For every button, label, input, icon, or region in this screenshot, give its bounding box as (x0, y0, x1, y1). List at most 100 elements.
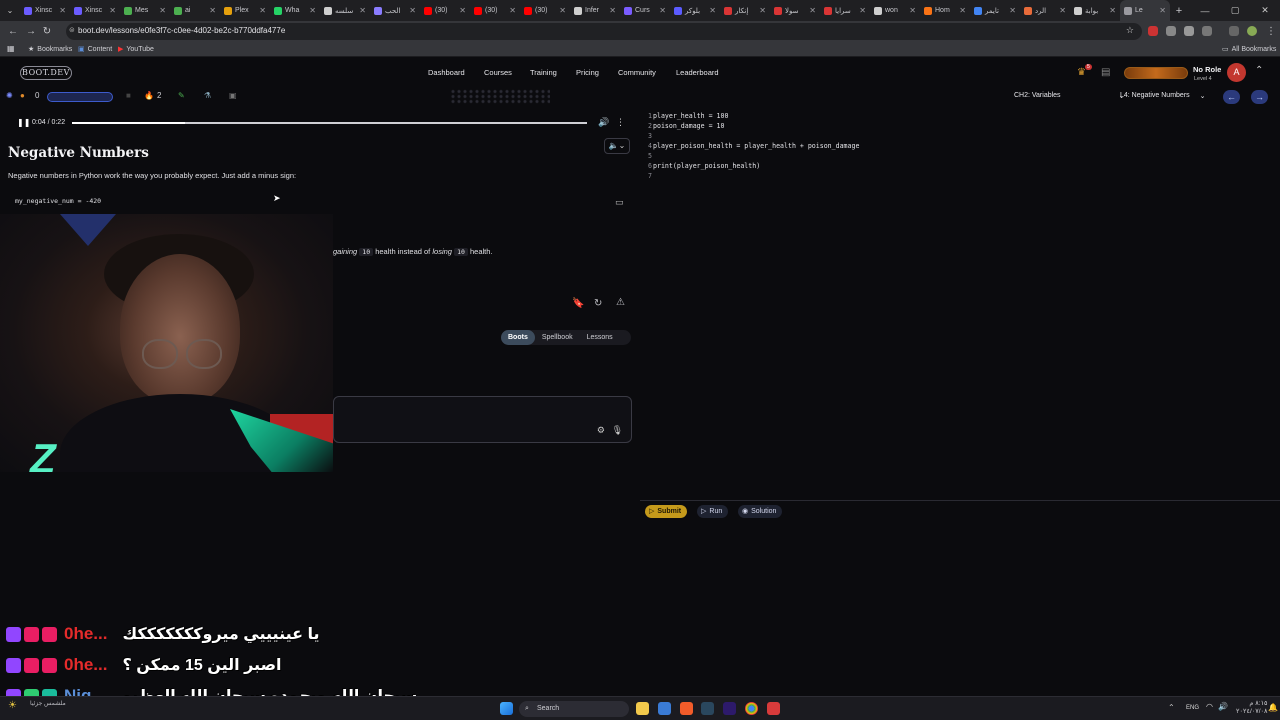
close-tab-icon[interactable]: ✕ (409, 6, 416, 15)
nav-leaderboard[interactable]: Leaderboard (676, 68, 719, 77)
tray-chevron-icon[interactable]: ⌃ (1168, 703, 1175, 712)
code-line[interactable]: 7 (640, 171, 653, 181)
close-tab-icon[interactable]: ✕ (509, 6, 516, 15)
browser-tab[interactable]: بلوكر ✕ (670, 0, 720, 21)
windows-start-icon[interactable] (500, 702, 513, 715)
code-line[interactable]: 4player_poison_health = player_health + … (640, 141, 859, 151)
close-tab-icon[interactable]: ✕ (459, 6, 466, 15)
notification-bell-icon[interactable]: 🔔 (1268, 703, 1278, 712)
bookmark-item[interactable]: ▣ Content (78, 45, 112, 54)
refresh-icon[interactable]: ↻ (594, 298, 602, 309)
browser-tab[interactable]: (30) ✕ (470, 0, 520, 21)
volume-icon[interactable]: 🔊 (1218, 702, 1228, 711)
tab-menu-button[interactable]: ⌄ (0, 0, 20, 21)
browser-tab[interactable]: الحب ✕ (370, 0, 420, 21)
tab-lessons[interactable]: Lessons (580, 330, 620, 345)
close-tab-icon[interactable]: ✕ (659, 6, 666, 15)
close-tab-icon[interactable]: ✕ (359, 6, 366, 15)
close-tab-icon[interactable]: ✕ (1009, 6, 1016, 15)
nav-training[interactable]: Training (530, 68, 557, 77)
close-tab-icon[interactable]: ✕ (909, 6, 916, 15)
potion-icon[interactable]: ✎ (178, 91, 185, 100)
wifi-icon[interactable]: ◠ (1206, 702, 1213, 711)
maximize-button[interactable]: ▢ (1220, 0, 1250, 21)
code-line[interactable]: 6print(player_poison_health) (640, 161, 760, 171)
browser-tab[interactable]: بوابة ✕ (1070, 0, 1120, 21)
copy-icon[interactable]: ▭ (615, 197, 624, 208)
browser-tab[interactable]: إنكار ✕ (720, 0, 770, 21)
extension-icon[interactable] (1184, 26, 1194, 36)
tab-boots[interactable]: Boots (501, 330, 535, 345)
lesson-select[interactable]: L4: Negative Numbers ⌄ (1120, 92, 1206, 100)
language-indicator[interactable]: ENG (1186, 705, 1199, 711)
close-tab-icon[interactable]: ✕ (609, 6, 616, 15)
bookmark-star-icon[interactable]: ☆ (1126, 25, 1134, 36)
close-tab-icon[interactable]: ✕ (109, 6, 116, 15)
bookmark-icon[interactable]: 🔖 (572, 298, 584, 309)
close-tab-icon[interactable]: ✕ (259, 6, 266, 15)
browser-tab[interactable]: Le ✕ (1120, 0, 1170, 21)
chest-icon[interactable]: ▣ (229, 91, 237, 100)
run-button[interactable]: ▷ Run (697, 505, 729, 518)
close-tab-icon[interactable]: ✕ (709, 6, 716, 15)
close-tab-icon[interactable]: ✕ (159, 6, 166, 15)
browser-tab[interactable]: سرايا ✕ (820, 0, 870, 21)
site-info-icon[interactable]: ⊜ (69, 26, 75, 34)
close-tab-icon[interactable]: ✕ (759, 6, 766, 15)
all-bookmarks[interactable]: ▭ All Bookmarks (1222, 45, 1276, 54)
chapter-select[interactable]: CH2: Variables ⌄ (1014, 92, 1124, 100)
code-line[interactable]: 2poison_damage = 10 (640, 121, 724, 131)
close-tab-icon[interactable]: ✕ (1059, 6, 1066, 15)
nav-courses[interactable]: Courses (484, 68, 512, 77)
browser-tab[interactable]: سولا ✕ (770, 0, 820, 21)
forward-icon[interactable]: → (24, 25, 38, 39)
browser-tab[interactable]: Hom ✕ (920, 0, 970, 21)
treasure-icon[interactable]: ▤ (1101, 67, 1110, 78)
taskbar-clock[interactable]: ٨:١٥ م ٢٠٢٤/٠٧/٠٨ (1236, 700, 1268, 716)
minimize-button[interactable]: — (1190, 0, 1220, 21)
menu-kebab-icon[interactable]: ⋮ (1264, 25, 1278, 39)
steam-icon[interactable] (701, 702, 714, 715)
bootdev-logo[interactable]: BOOT.DEV (20, 66, 72, 80)
browser-tab[interactable]: Mes ✕ (120, 0, 170, 21)
extensions-puzzle-icon[interactable] (1202, 26, 1212, 36)
browser-tab[interactable]: Plex ✕ (220, 0, 270, 21)
submit-button[interactable]: ▷ Submit (645, 505, 688, 518)
back-icon[interactable]: ← (6, 25, 20, 39)
close-window-button[interactable]: ✕ (1250, 0, 1280, 21)
browser-tab[interactable]: Curs ✕ (620, 0, 670, 21)
url-bar[interactable]: ⊜ boot.dev/lessons/e0fe3f7c-c0ee-4d02-be… (66, 23, 1142, 40)
premiere-icon[interactable] (723, 702, 736, 715)
close-tab-icon[interactable]: ✕ (309, 6, 316, 15)
browser-tab[interactable]: won ✕ (870, 0, 920, 21)
extension-icon[interactable] (1148, 26, 1158, 36)
chrome-icon[interactable] (745, 702, 758, 715)
settings-gear-icon[interactable]: ⚙ (597, 425, 605, 436)
close-tab-icon[interactable]: ✕ (1159, 6, 1166, 15)
profile-icon[interactable] (1247, 26, 1257, 36)
download-icon[interactable] (1229, 26, 1239, 36)
prev-lesson-button[interactable]: ← (1223, 90, 1240, 104)
solution-button[interactable]: ◉ Solution (738, 505, 783, 518)
apps-grid-icon[interactable]: ▦ (7, 44, 15, 53)
sparkle-icon[interactable]: ✺ (6, 91, 13, 100)
audio-menu-icon[interactable]: ⋮ (616, 117, 625, 128)
pause-icon[interactable]: ❚❚ (17, 118, 30, 127)
microphone-icon[interactable]: 🎙 (612, 425, 623, 436)
browser-tab[interactable]: الرد ✕ (1020, 0, 1070, 21)
expand-chevron-icon[interactable]: ⌃ (1255, 65, 1263, 76)
file-explorer-icon[interactable] (636, 702, 649, 715)
code-line[interactable]: 3 (640, 131, 653, 141)
flask-icon[interactable]: ⚗ (204, 91, 211, 100)
code-editor[interactable]: 1player_health = 100 2poison_damage = 10 3… (640, 110, 1280, 500)
volume-icon[interactable]: 🔊 (598, 117, 609, 128)
close-tab-icon[interactable]: ✕ (859, 6, 866, 15)
browser-tab[interactable]: Wha ✕ (270, 0, 320, 21)
new-tab-button[interactable]: + (1170, 0, 1188, 21)
voice-toggle[interactable]: 🔈⌄ (604, 138, 630, 154)
close-tab-icon[interactable]: ✕ (959, 6, 966, 15)
browser-tab[interactable]: سلسه ✕ (320, 0, 370, 21)
browser-tab[interactable]: Xinsc ✕ (20, 0, 70, 21)
browser-tab[interactable]: ai ✕ (170, 0, 220, 21)
close-tab-icon[interactable]: ✕ (1109, 6, 1116, 15)
